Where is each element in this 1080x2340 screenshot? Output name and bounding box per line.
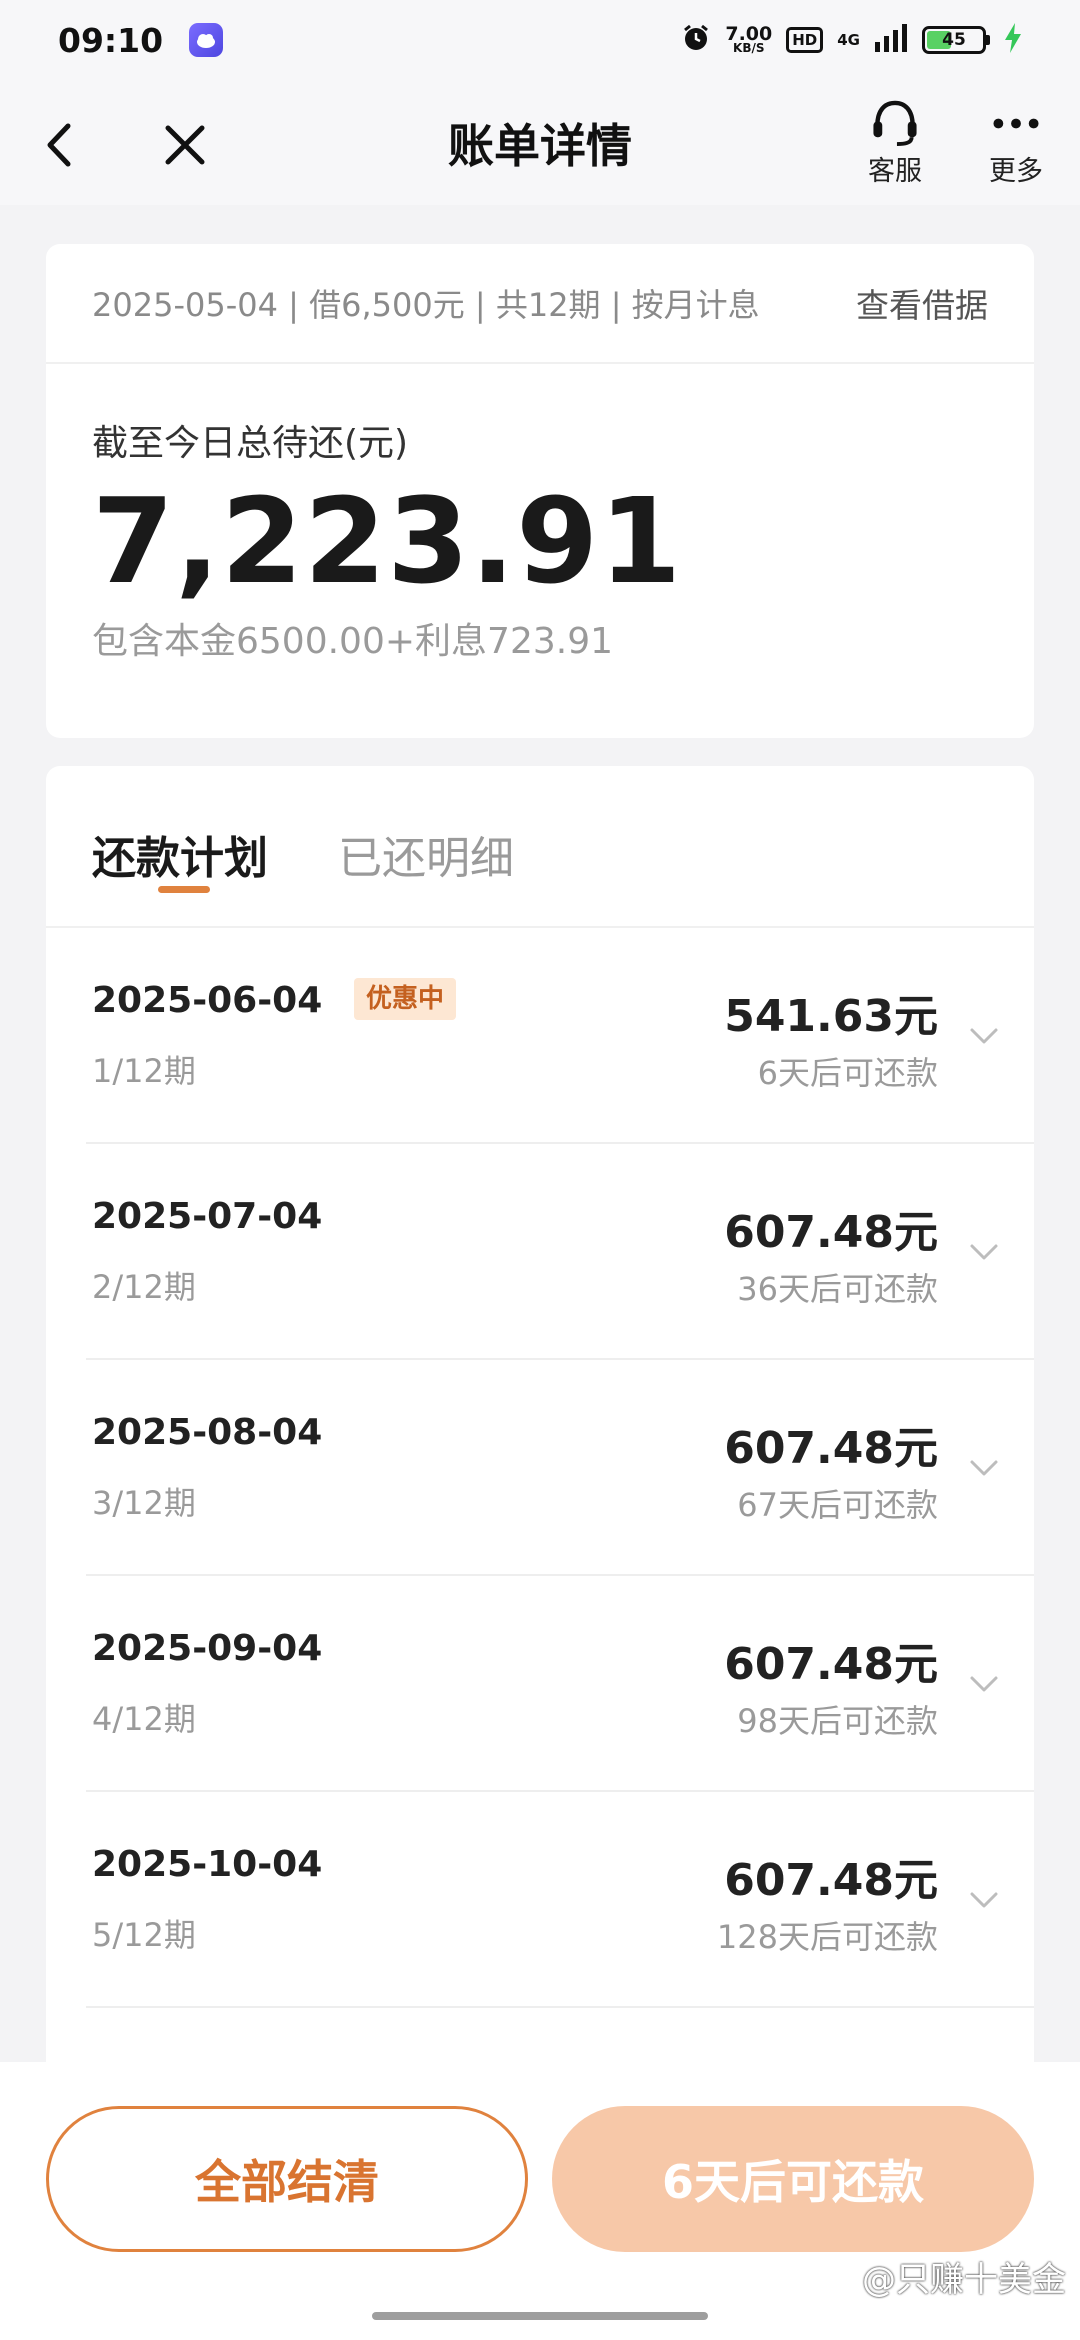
installment-amount: 607.48元 (724, 1639, 938, 1690)
installment-date: 2025-06-04 (92, 980, 323, 1021)
headset-icon (873, 100, 917, 147)
chevron-down-icon[interactable] (966, 1234, 1002, 1270)
installment-hint: 98天后可还款 (737, 1702, 938, 1740)
alarm-icon (681, 23, 711, 57)
installment-hint: 6天后可还款 (757, 1054, 938, 1092)
more-button[interactable]: 更多 (966, 98, 1066, 188)
repay-button[interactable]: 6天后可还款 (552, 2106, 1034, 2252)
chevron-down-icon[interactable] (966, 1018, 1002, 1054)
installment-amount: 607.48元 (724, 1855, 938, 1906)
status-bar: 09:10 7.00 KB/S HD 4G 45 (0, 0, 1080, 80)
status-time: 09:10 (58, 20, 164, 60)
summary-card: 2025-05-04 | 借6,500元 | 共12期 | 按月计息 查看借据 … (46, 244, 1034, 738)
installment-date: 2025-07-04 (92, 1196, 323, 1237)
chevron-down-icon[interactable] (966, 1450, 1002, 1486)
net-speed-value: 7.00 (725, 22, 773, 45)
installment-period: 5/12期 (92, 1916, 196, 1954)
installment-period: 3/12期 (92, 1484, 196, 1522)
charging-icon (1004, 23, 1022, 57)
installment-row[interactable]: 2025-07-04 2/12期 607.48元 36天后可还款 (86, 1144, 1034, 1360)
loan-info-bar: 2025-05-04 | 借6,500元 | 共12期 | 按月计息 查看借据 (46, 244, 1034, 364)
installment-amount: 607.48元 (724, 1423, 938, 1474)
promo-badge: 优惠中 (354, 978, 457, 1020)
total-due-amount: 7,223.91 (92, 472, 683, 610)
status-left: 09:10 (58, 20, 224, 60)
principal-interest-breakdown: 包含本金6500.00+利息723.91 (92, 621, 613, 662)
net-speed: 7.00 KB/S (725, 22, 773, 55)
chevron-down-icon[interactable] (966, 1882, 1002, 1918)
installment-hint: 67天后可还款 (737, 1486, 938, 1524)
more-dots-icon (993, 118, 1039, 129)
installment-date: 2025-08-04 (92, 1412, 323, 1453)
installment-period: 1/12期 (92, 1052, 196, 1090)
bottom-action-bar: 全部结清 6天后可还款 @只赚十美金 (0, 2062, 1080, 2340)
network-type: 4G (837, 31, 860, 49)
schedule-tabs: 还款计划 已还明细 (46, 766, 1034, 928)
installment-row[interactable]: 2025-10-04 5/12期 607.48元 128天后可还款 (86, 1792, 1034, 2008)
installment-hint: 36天后可还款 (737, 1270, 938, 1308)
installment-amount: 541.63元 (724, 991, 938, 1042)
status-right: 7.00 KB/S HD 4G 45 (681, 23, 1022, 57)
installment-hint: 128天后可还款 (716, 1918, 938, 1956)
weather-app-icon (189, 23, 224, 57)
chevron-down-icon[interactable] (966, 1666, 1002, 1702)
total-due-label: 截至今日总待还(元) (92, 423, 409, 464)
customer-service-label: 客服 (868, 156, 922, 187)
settle-all-button[interactable]: 全部结清 (46, 2106, 528, 2252)
battery-level: 45 (942, 30, 966, 50)
installment-date: 2025-09-04 (92, 1628, 323, 1669)
repayment-schedule-card: 还款计划 已还明细 2025-06-04 优惠中 1/12期 541.63元 6… (46, 766, 1034, 2066)
hd-badge: HD (786, 27, 824, 53)
more-label: 更多 (989, 156, 1043, 187)
battery-cap (986, 35, 990, 45)
installment-amount: 607.48元 (724, 1207, 938, 1258)
battery-icon: 45 (922, 26, 986, 54)
installment-row[interactable]: 2025-06-04 优惠中 1/12期 541.63元 6天后可还款 (86, 928, 1034, 1144)
installment-period: 2/12期 (92, 1268, 196, 1306)
tab-repayment-plan[interactable]: 还款计划 (92, 822, 268, 886)
installment-row[interactable]: 2025-08-04 3/12期 607.48元 67天后可还款 (86, 1360, 1034, 1576)
customer-service-button[interactable]: 客服 (845, 98, 945, 188)
loan-info: 2025-05-04 | 借6,500元 | 共12期 | 按月计息 (92, 286, 760, 324)
battery-indicator: 45 (922, 26, 990, 54)
nav-bar: 账单详情 客服 更多 (0, 80, 1080, 205)
signal-icon (874, 24, 908, 56)
installment-period: 4/12期 (92, 1700, 196, 1738)
home-indicator[interactable] (372, 2312, 708, 2320)
summary-body: 截至今日总待还(元) 7,223.91 包含本金6500.00+利息723.91 (46, 414, 1034, 664)
tab-paid-details[interactable]: 已还明细 (338, 822, 514, 886)
installment-date: 2025-10-04 (92, 1844, 323, 1885)
watermark: @只赚十美金 (862, 2260, 1066, 2300)
installment-row[interactable]: 2025-09-04 4/12期 607.48元 98天后可还款 (86, 1576, 1034, 1792)
view-contract-link[interactable]: 查看借据 (856, 279, 988, 327)
active-tab-indicator (158, 886, 210, 893)
